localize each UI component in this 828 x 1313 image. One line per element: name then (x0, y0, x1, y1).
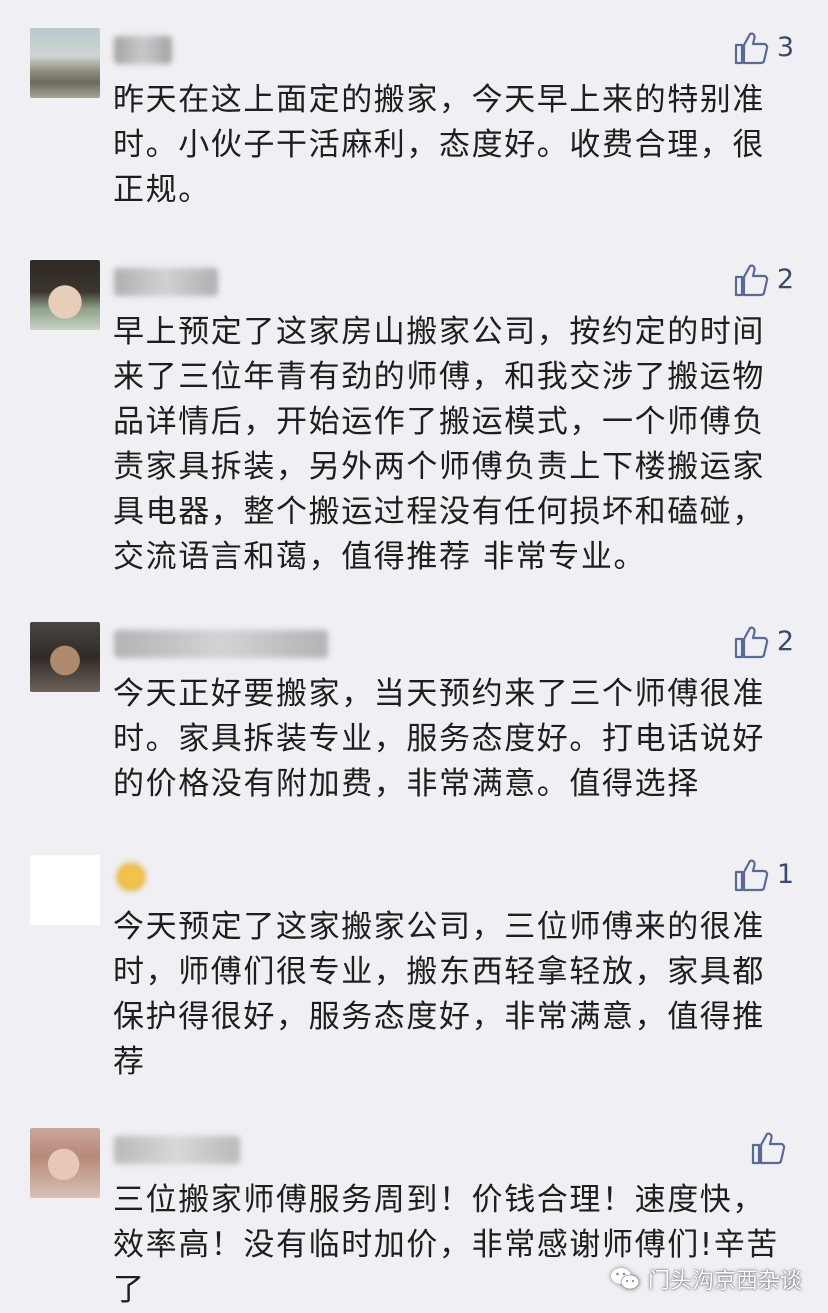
comment-text: 今天正好要搬家，当天预约来了三个师傅很准时。家具拆装专业，服务态度好。打电话说好… (113, 676, 765, 802)
like-button[interactable]: 1 (733, 857, 794, 893)
thumbs-up-icon (751, 1132, 786, 1165)
comment-text: 早上预定了这家房山搬家公司，按约定的时间来了三位年青有劲的师傅，和我交涉了搬运物… (113, 314, 765, 575)
like-button[interactable]: 2 (733, 624, 794, 660)
like-count: 3 (776, 32, 794, 63)
like-count: 2 (776, 264, 794, 295)
avatar[interactable] (30, 28, 100, 98)
like-button[interactable]: 3 (733, 30, 794, 66)
avatar[interactable] (30, 260, 100, 330)
wechat-icon (610, 1268, 640, 1290)
thumbs-up-icon (734, 264, 769, 297)
like-count: 1 (776, 859, 794, 890)
nickname-blurred (114, 630, 328, 658)
nickname-blurred (114, 863, 148, 891)
avatar[interactable] (30, 1128, 100, 1198)
comment-text: 昨天在这上面定的搬家，今天早上来的特别准时。小伙子干活麻利，态度好。收费合理，很… (113, 82, 765, 208)
watermark-text: 门头沟京西杂谈 (647, 1269, 802, 1294)
comment-text: 今天预定了这家搬家公司，三位师傅来的很准时，师傅们很专业，搬东西轻拿轻放，家具都… (113, 909, 765, 1080)
avatar[interactable] (30, 622, 100, 692)
thumbs-up-icon (734, 626, 769, 659)
thumbs-up-icon (734, 32, 769, 65)
avatar[interactable] (30, 855, 100, 925)
nickname-blurred (114, 268, 218, 296)
like-button[interactable] (750, 1130, 794, 1166)
thumbs-up-icon (734, 859, 769, 892)
nickname-blurred (114, 36, 172, 64)
like-button[interactable]: 2 (733, 262, 794, 298)
nickname-blurred (114, 1136, 240, 1164)
like-count: 2 (776, 626, 794, 657)
watermark: 门头沟京西杂谈 (610, 1263, 802, 1295)
